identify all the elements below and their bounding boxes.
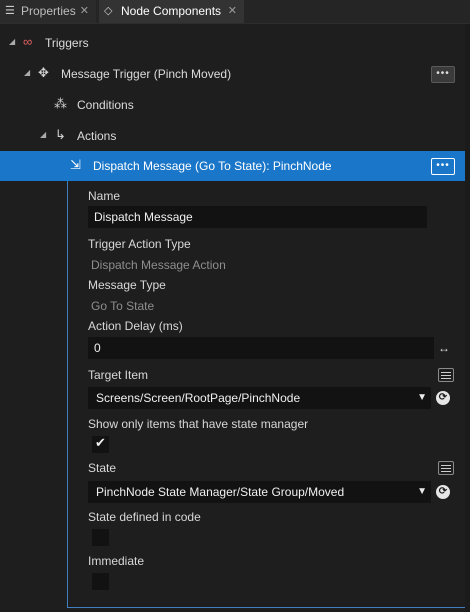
- conditions-icon: ⁂: [54, 96, 67, 111]
- actions-icon: ↳: [55, 127, 66, 142]
- tab-node-components-label: Node Components: [121, 4, 222, 18]
- state-value: PinchNode State Manager/State Group/Move…: [96, 485, 345, 499]
- scrollbar[interactable]: [465, 24, 470, 612]
- show-only-checkbox[interactable]: ✔: [92, 435, 109, 453]
- tab-properties-label: Properties: [21, 4, 76, 18]
- more-options-button[interactable]: •••: [431, 158, 455, 175]
- expand-arrow-icon[interactable]: ◢: [9, 37, 15, 46]
- tab-node-components[interactable]: ◇ Node Components ✕: [99, 0, 244, 23]
- immediate-checkbox[interactable]: [92, 573, 109, 590]
- trigger-action-type-value: Dispatch Message Action: [91, 258, 226, 272]
- close-icon[interactable]: ✕: [80, 0, 89, 23]
- show-only-label: Show only items that have state manager: [88, 417, 309, 431]
- target-item-select[interactable]: Screens/Screen/RootPage/PinchNode ▼: [88, 387, 431, 409]
- checkmark-icon: ✔: [95, 435, 106, 450]
- dispatch-message-icon: ⇲: [70, 157, 81, 172]
- message-type-value: Go To State: [91, 299, 155, 313]
- state-label: State: [88, 461, 117, 475]
- name-input[interactable]: Dispatch Message: [88, 206, 427, 228]
- name-label: Name: [88, 189, 121, 203]
- state-select[interactable]: PinchNode State Manager/State Group/Move…: [88, 481, 431, 503]
- expand-arrow-icon[interactable]: ◢: [24, 68, 30, 77]
- panel-tab-bar: ☰ Properties ✕ ◇ Node Components ✕: [0, 0, 470, 24]
- tree-item-message-trigger[interactable]: ◢ ✥ Message Trigger (Pinch Moved) •••: [0, 59, 465, 89]
- tree-item-label: Conditions: [77, 98, 134, 112]
- tree-item-dispatch-message[interactable]: ⇲ Dispatch Message (Go To State): PinchN…: [0, 151, 465, 181]
- browse-list-icon[interactable]: [438, 368, 454, 382]
- tab-properties[interactable]: ☰ Properties ✕: [0, 0, 96, 23]
- dropdown-caret-icon: ▼: [417, 392, 427, 403]
- tree-item-triggers[interactable]: ◢ ∞ Triggers: [0, 28, 465, 58]
- close-icon[interactable]: ✕: [228, 0, 237, 23]
- action-delay-input[interactable]: 0: [88, 337, 434, 359]
- browse-list-icon[interactable]: [438, 461, 454, 475]
- dropdown-caret-icon: ▼: [417, 486, 427, 497]
- properties-icon: ☰: [5, 5, 15, 17]
- tree-item-label: Message Trigger (Pinch Moved): [61, 67, 232, 81]
- target-item-value: Screens/Screen/RootPage/PinchNode: [96, 391, 301, 405]
- state-defined-checkbox[interactable]: [92, 529, 109, 546]
- tree-item-label: Actions: [77, 129, 117, 143]
- tree-item-label: Triggers: [45, 36, 89, 50]
- tree-item-actions[interactable]: ◢ ↳ Actions: [0, 121, 465, 151]
- go-to-state-icon[interactable]: ⟳: [436, 485, 450, 499]
- go-to-target-icon[interactable]: ⟳: [436, 391, 450, 405]
- message-type-label: Message Type: [88, 278, 166, 292]
- immediate-label: Immediate: [88, 554, 145, 568]
- expand-arrow-icon[interactable]: ◢: [40, 130, 46, 139]
- trigger-action-type-label: Trigger Action Type: [88, 237, 191, 251]
- message-trigger-icon: ✥: [38, 65, 49, 80]
- tree-item-conditions[interactable]: ⁂ Conditions: [0, 90, 465, 120]
- trigger-icon: ∞: [23, 34, 33, 49]
- node-components-icon: ◇: [104, 5, 113, 17]
- state-defined-label: State defined in code: [88, 510, 201, 524]
- tree-item-label: Dispatch Message (Go To State): PinchNod…: [93, 159, 332, 173]
- target-item-label: Target Item: [88, 368, 149, 382]
- drag-adjust-icon[interactable]: ↔: [438, 341, 450, 355]
- more-options-button[interactable]: •••: [431, 66, 455, 83]
- action-delay-label: Action Delay (ms): [88, 319, 183, 333]
